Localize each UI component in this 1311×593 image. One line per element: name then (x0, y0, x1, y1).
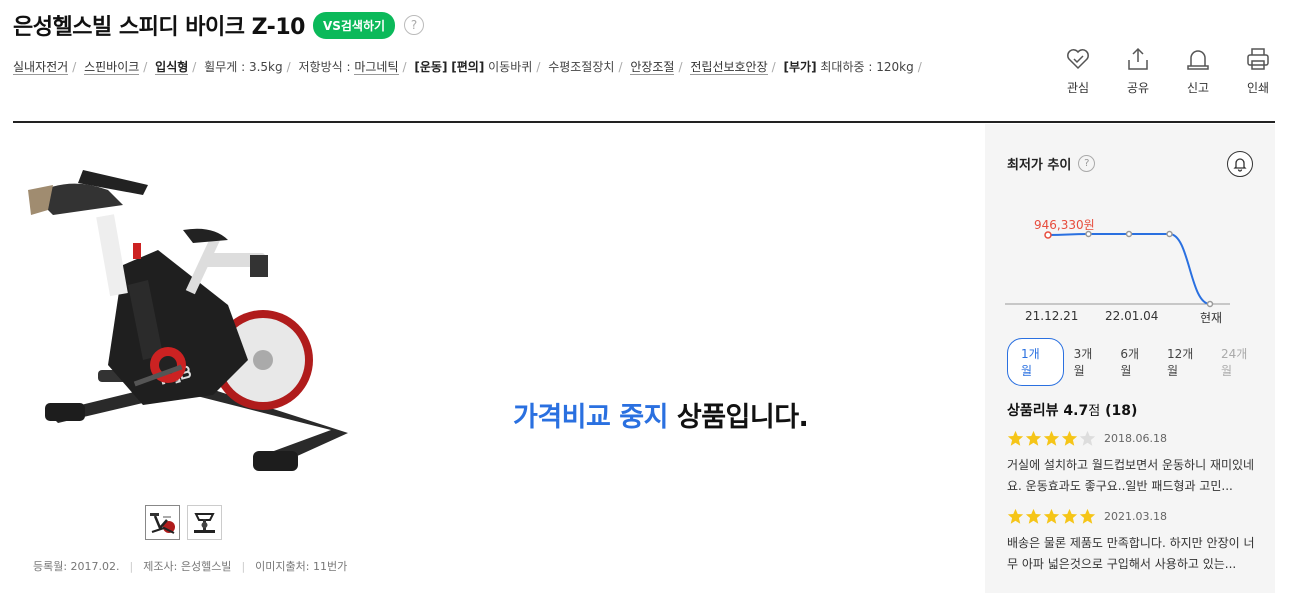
report-label: 신고 (1186, 81, 1210, 95)
report-button[interactable]: 신고 (1182, 45, 1214, 96)
print-label: 인쇄 (1246, 81, 1270, 95)
review-score: 4.7 (1063, 403, 1089, 419)
manufacturer: 제조사: 은성헬스빌 (143, 560, 232, 573)
vs-search-button[interactable]: VS검색하기 (312, 11, 396, 39)
title-row: 은성헬스빌 스피디 바이크 Z-10 VS검색하기 ? (13, 9, 425, 41)
spec-category: [편의] (451, 60, 485, 74)
review-score-unit: 점 (1088, 404, 1101, 419)
wish-button[interactable]: 관심 (1062, 45, 1094, 96)
spec-text: 휠무게 : 3.5kg (204, 60, 283, 74)
registered-date: 등록월: 2017.02. (33, 560, 120, 573)
review-count: (18) (1105, 403, 1138, 419)
x-axis-label: 21.12.21 (1025, 309, 1079, 323)
star-icon (1007, 430, 1024, 446)
spec-list: 실내자전거 / 스핀바이크 / 입식형 / 휠무게 : 3.5kg / 저항방식 : 마… (13, 60, 922, 75)
help-icon[interactable]: ? (1078, 155, 1096, 172)
spec-category: [운동] (414, 60, 448, 74)
spec-text: 최대하중 : 120kg (816, 60, 914, 74)
x-axis-label: 22.01.04 (1105, 309, 1159, 323)
review-item[interactable]: 2021.03.18 배송은 물론 제품도 만족합니다. 하지만 안장이 너무 … (1007, 508, 1257, 575)
star-icon (1043, 508, 1060, 524)
price-line (1047, 233, 1211, 305)
star-icon (1007, 508, 1024, 524)
spec-category: [부가] (783, 60, 817, 74)
spec-link[interactable]: 스핀바이크 (84, 60, 140, 75)
bell-icon (1233, 158, 1247, 172)
spec-link[interactable]: 전립선보호안장 (690, 60, 768, 75)
price-trend-panel: 최저가 추이 ? 946,330원 21.12.21 22.01.04 현재 1… (985, 124, 1275, 593)
star-rating: 2021.03.18 (1007, 508, 1257, 525)
stopped-rest: 상품입니다. (667, 402, 809, 433)
period-24m: 24개월 (1220, 347, 1248, 378)
print-button[interactable]: 인쇄 (1242, 45, 1274, 96)
lowest-price-label: 946,330원 (1034, 218, 1095, 232)
spec-text: 수평조절장치 (548, 60, 615, 74)
spec-text: 이동바퀴 (484, 60, 533, 74)
heart-check-icon (1067, 49, 1089, 70)
x-axis-label: 현재 (1200, 311, 1223, 325)
thumbnail-1[interactable] (145, 505, 180, 540)
spec-link[interactable]: 실내자전거 (13, 60, 69, 75)
share-icon (1128, 47, 1148, 70)
price-point (1166, 230, 1173, 238)
spec-link[interactable]: 입식형 (155, 60, 189, 75)
action-bar: 관심 공유 신고 인쇄 (1062, 45, 1274, 96)
review-title: 상품리뷰 (1007, 403, 1059, 419)
period-6m[interactable]: 6개월 (1120, 345, 1149, 379)
wish-label: 관심 (1066, 81, 1090, 95)
price-comparison-stopped-message: 가격비교 중지 상품입니다. (513, 395, 809, 434)
review-text: 배송은 물론 제품도 만족합니다. 하지만 안장이 너무 아파 넓은것으로 구입… (1007, 536, 1255, 571)
star-icon (1025, 430, 1042, 446)
price-trend-title: 최저가 추이 ? (1007, 154, 1096, 173)
spin-bike-image: ᑭᎿᗷ (28, 170, 348, 471)
period-3m[interactable]: 3개월 (1074, 345, 1103, 379)
spec-text: 저항방식 : (298, 60, 355, 74)
siren-icon (1187, 50, 1209, 70)
star-icon (1079, 430, 1096, 446)
help-icon[interactable]: ? (404, 15, 425, 35)
print-icon (1247, 48, 1269, 70)
stopped-highlight: 가격비교 중지 (513, 402, 668, 433)
review-date: 2018.06.18 (1104, 432, 1167, 445)
product-meta: 등록월: 2017.02. | 제조사: 은성헬스빌 | 이미지출처: 11번가 (33, 559, 348, 574)
review-text: 거실에 설치하고 월드컵보면서 운동하니 재미있네요. 운동효과도 좋구요..일… (1007, 458, 1255, 493)
price-trend-chart (1005, 230, 1230, 308)
star-icon (1043, 430, 1060, 446)
star-icon (1061, 430, 1078, 446)
image-source: 이미지출처: 11번가 (255, 560, 348, 573)
period-1m[interactable]: 1개월 (1007, 338, 1064, 386)
product-title: 은성헬스빌 스피디 바이크 Z-10 (13, 15, 305, 40)
product-main-image[interactable]: ᑭᎿᗷ (13, 155, 353, 492)
price-alert-button[interactable] (1227, 151, 1253, 177)
price-trend-label: 최저가 추이 (1007, 158, 1072, 173)
price-point (1125, 230, 1133, 238)
star-icon (1025, 508, 1042, 524)
star-rating: 2018.06.18 (1007, 430, 1257, 447)
review-date: 2021.03.18 (1104, 510, 1167, 523)
header-divider (13, 121, 1275, 123)
share-button[interactable]: 공유 (1122, 45, 1154, 96)
review-summary[interactable]: 상품리뷰 4.7점 (18) (1007, 400, 1137, 420)
star-icon (1079, 508, 1096, 524)
spec-link[interactable]: 마그네틱 (354, 60, 399, 75)
period-selector: 1개월 3개월 6개월 12개월 24개월 (1007, 338, 1275, 386)
period-12m[interactable]: 12개월 (1167, 345, 1203, 379)
spec-link[interactable]: 안장조절 (630, 60, 675, 75)
share-label: 공유 (1126, 81, 1150, 95)
star-icon (1061, 508, 1078, 524)
review-item[interactable]: 2018.06.18 거실에 설치하고 월드컵보면서 운동하니 재미있네요. 운… (1007, 430, 1257, 497)
thumbnail-list (145, 505, 222, 540)
price-point (1206, 300, 1214, 308)
thumbnail-2[interactable] (187, 505, 222, 540)
